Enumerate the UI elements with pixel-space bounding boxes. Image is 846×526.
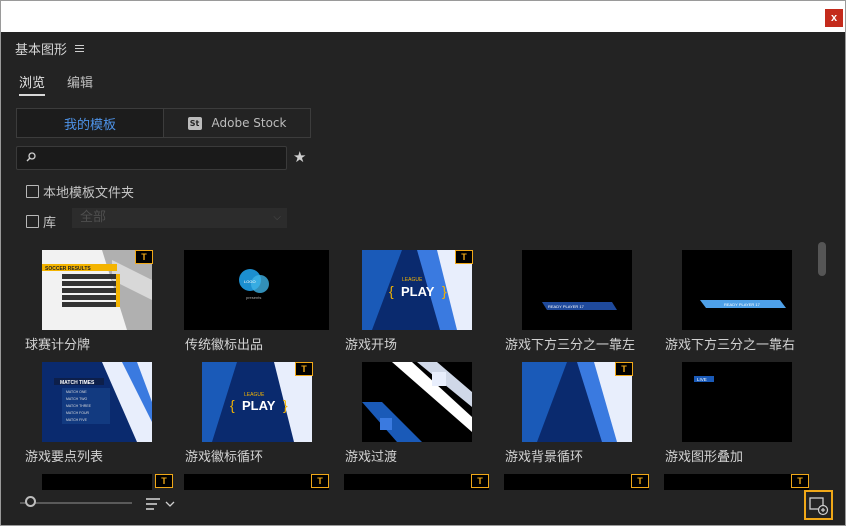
template-thumbnail[interactable] <box>184 474 329 490</box>
template-label: 游戏背景循环 <box>505 450 584 465</box>
sort-list-icon[interactable] <box>146 497 178 511</box>
scrollbar-thumb[interactable] <box>818 242 826 276</box>
template-label: 游戏要点列表 <box>25 450 104 465</box>
adobe-stock-button[interactable]: St Adobe Stock <box>164 109 310 137</box>
template-thumbnail: READY PLAYER 17 <box>682 250 792 330</box>
template-label: 游戏开场 <box>345 338 398 353</box>
search-input[interactable] <box>43 149 283 167</box>
my-templates-button[interactable]: 我的模板 <box>17 109 164 137</box>
text-template-icon: T <box>631 474 649 488</box>
template-label: 游戏过渡 <box>345 450 398 465</box>
new-item-icon <box>809 497 829 516</box>
panel-title: 基本图形 <box>15 42 68 58</box>
template-thumbnail: LOGO presents <box>184 250 329 330</box>
template-thumbnail <box>362 362 472 442</box>
template-label: 传统徽标出品 <box>185 338 264 353</box>
tab-bar: 浏览 编辑 <box>19 72 93 96</box>
search-icon <box>26 152 36 162</box>
chevron-down-icon: ⌵ <box>273 212 281 223</box>
new-item-button[interactable] <box>804 490 833 520</box>
text-template-icon: T <box>791 474 809 488</box>
local-templates-row: 本地模板文件夹 <box>26 182 134 201</box>
dialog-window: x 基本图形 浏览 编辑 我的模板 St Adobe Stock ★ 本地模板文… <box>0 0 846 526</box>
close-button[interactable]: x <box>825 9 843 27</box>
tab-edit[interactable]: 编辑 <box>67 72 93 96</box>
text-template-icon: T <box>471 474 489 488</box>
library-label: 库 <box>43 216 57 231</box>
transition-thumbnail-art <box>362 362 472 442</box>
template-thumbnail: MATCH TIMES MATCH ONE MATCH TWO MATCH TH… <box>42 362 152 442</box>
match-item-text: MATCH FOUR <box>66 411 90 415</box>
overlay-thumb-text: LIVE <box>697 377 707 382</box>
template-label: 游戏徽标循环 <box>185 450 264 465</box>
slider-knob[interactable] <box>25 496 37 507</box>
thumbnail-size-slider[interactable] <box>20 502 132 504</box>
panel-header: 基本图形 <box>15 39 85 58</box>
local-templates-label: 本地模板文件夹 <box>43 186 135 201</box>
template-label: 游戏下方三分之一靠右 <box>665 338 796 353</box>
svg-text:}: } <box>283 397 288 413</box>
template-thumbnail[interactable] <box>664 474 809 490</box>
search-box[interactable] <box>16 146 287 170</box>
library-select-value: 全部 <box>80 210 107 225</box>
library-row: 库 全部 ⌵ <box>26 208 287 231</box>
template-thumbnail[interactable] <box>42 474 152 490</box>
template-thumbnail: READY PLAYER 17 <box>522 250 632 330</box>
lower-third-right-art: READY PLAYER 17 <box>682 250 792 330</box>
overlay-thumbnail-art: LIVE <box>682 362 792 442</box>
template-label: 游戏下方三分之一靠左 <box>505 338 636 353</box>
match-item-text: MATCH TWO <box>66 397 88 401</box>
bottom-toolbar <box>1 490 845 525</box>
play-big-text: PLAY <box>242 398 276 413</box>
logo-thumb-text: LOGO <box>244 279 256 284</box>
match-title-text: MATCH TIMES <box>60 380 95 386</box>
play-big-text: PLAY <box>401 284 435 299</box>
template-label: 球赛计分牌 <box>25 338 91 353</box>
tab-browse[interactable]: 浏览 <box>19 72 46 96</box>
text-template-icon: T <box>295 362 313 376</box>
match-item-text: MATCH ONE <box>66 390 87 394</box>
my-templates-label: 我的模板 <box>63 117 116 133</box>
template-label: 游戏图形叠加 <box>665 450 744 465</box>
text-template-icon: T <box>311 474 329 488</box>
text-template-icon: T <box>455 250 473 264</box>
library-select[interactable]: 全部 ⌵ <box>72 208 287 228</box>
source-switch: 我的模板 St Adobe Stock <box>16 108 311 138</box>
play-small-text: LEAGUE <box>402 277 423 283</box>
match-item-text: MATCH FIVE <box>66 418 88 422</box>
scoreboard-title-text: SOCCER RESULTS <box>45 266 91 272</box>
svg-text:}: } <box>442 283 447 299</box>
match-list-thumbnail-art: MATCH TIMES MATCH ONE MATCH TWO MATCH TH… <box>42 362 152 442</box>
text-template-icon: T <box>135 250 153 264</box>
vertical-scrollbar[interactable] <box>817 242 827 490</box>
template-grid: SOCCER RESULTS T 球赛计分牌 LOGO presents 传统徽… <box>21 250 811 490</box>
lower-third-left-text: READY PLAYER 17 <box>548 304 585 309</box>
svg-text:{: { <box>389 283 394 299</box>
search-row: ★ <box>16 146 311 170</box>
local-templates-checkbox[interactable] <box>26 185 39 198</box>
template-thumbnail[interactable] <box>504 474 649 490</box>
template-thumbnail: LIVE <box>682 362 792 442</box>
logo-thumbnail-art: LOGO presents <box>184 250 329 330</box>
title-bar: x <box>1 1 845 32</box>
text-template-icon: T <box>615 362 633 376</box>
panel-menu-icon[interactable] <box>75 44 85 52</box>
template-thumbnail[interactable] <box>344 474 489 490</box>
essential-graphics-panel: 基本图形 浏览 编辑 我的模板 St Adobe Stock ★ 本地模板文件夹… <box>1 32 845 525</box>
adobe-stock-label: Adobe Stock <box>211 116 287 130</box>
favorites-star-icon[interactable]: ★ <box>293 148 306 166</box>
match-item-text: MATCH THREE <box>66 404 92 408</box>
library-checkbox[interactable] <box>26 215 39 228</box>
lower-third-right-text: READY PLAYER 17 <box>724 302 761 307</box>
svg-text:{: { <box>230 397 235 413</box>
logo-thumb-subtext: presents <box>246 295 261 300</box>
lower-third-left-art: READY PLAYER 17 <box>522 250 632 330</box>
adobe-stock-icon: St <box>187 116 202 130</box>
text-template-icon: T <box>155 474 173 488</box>
